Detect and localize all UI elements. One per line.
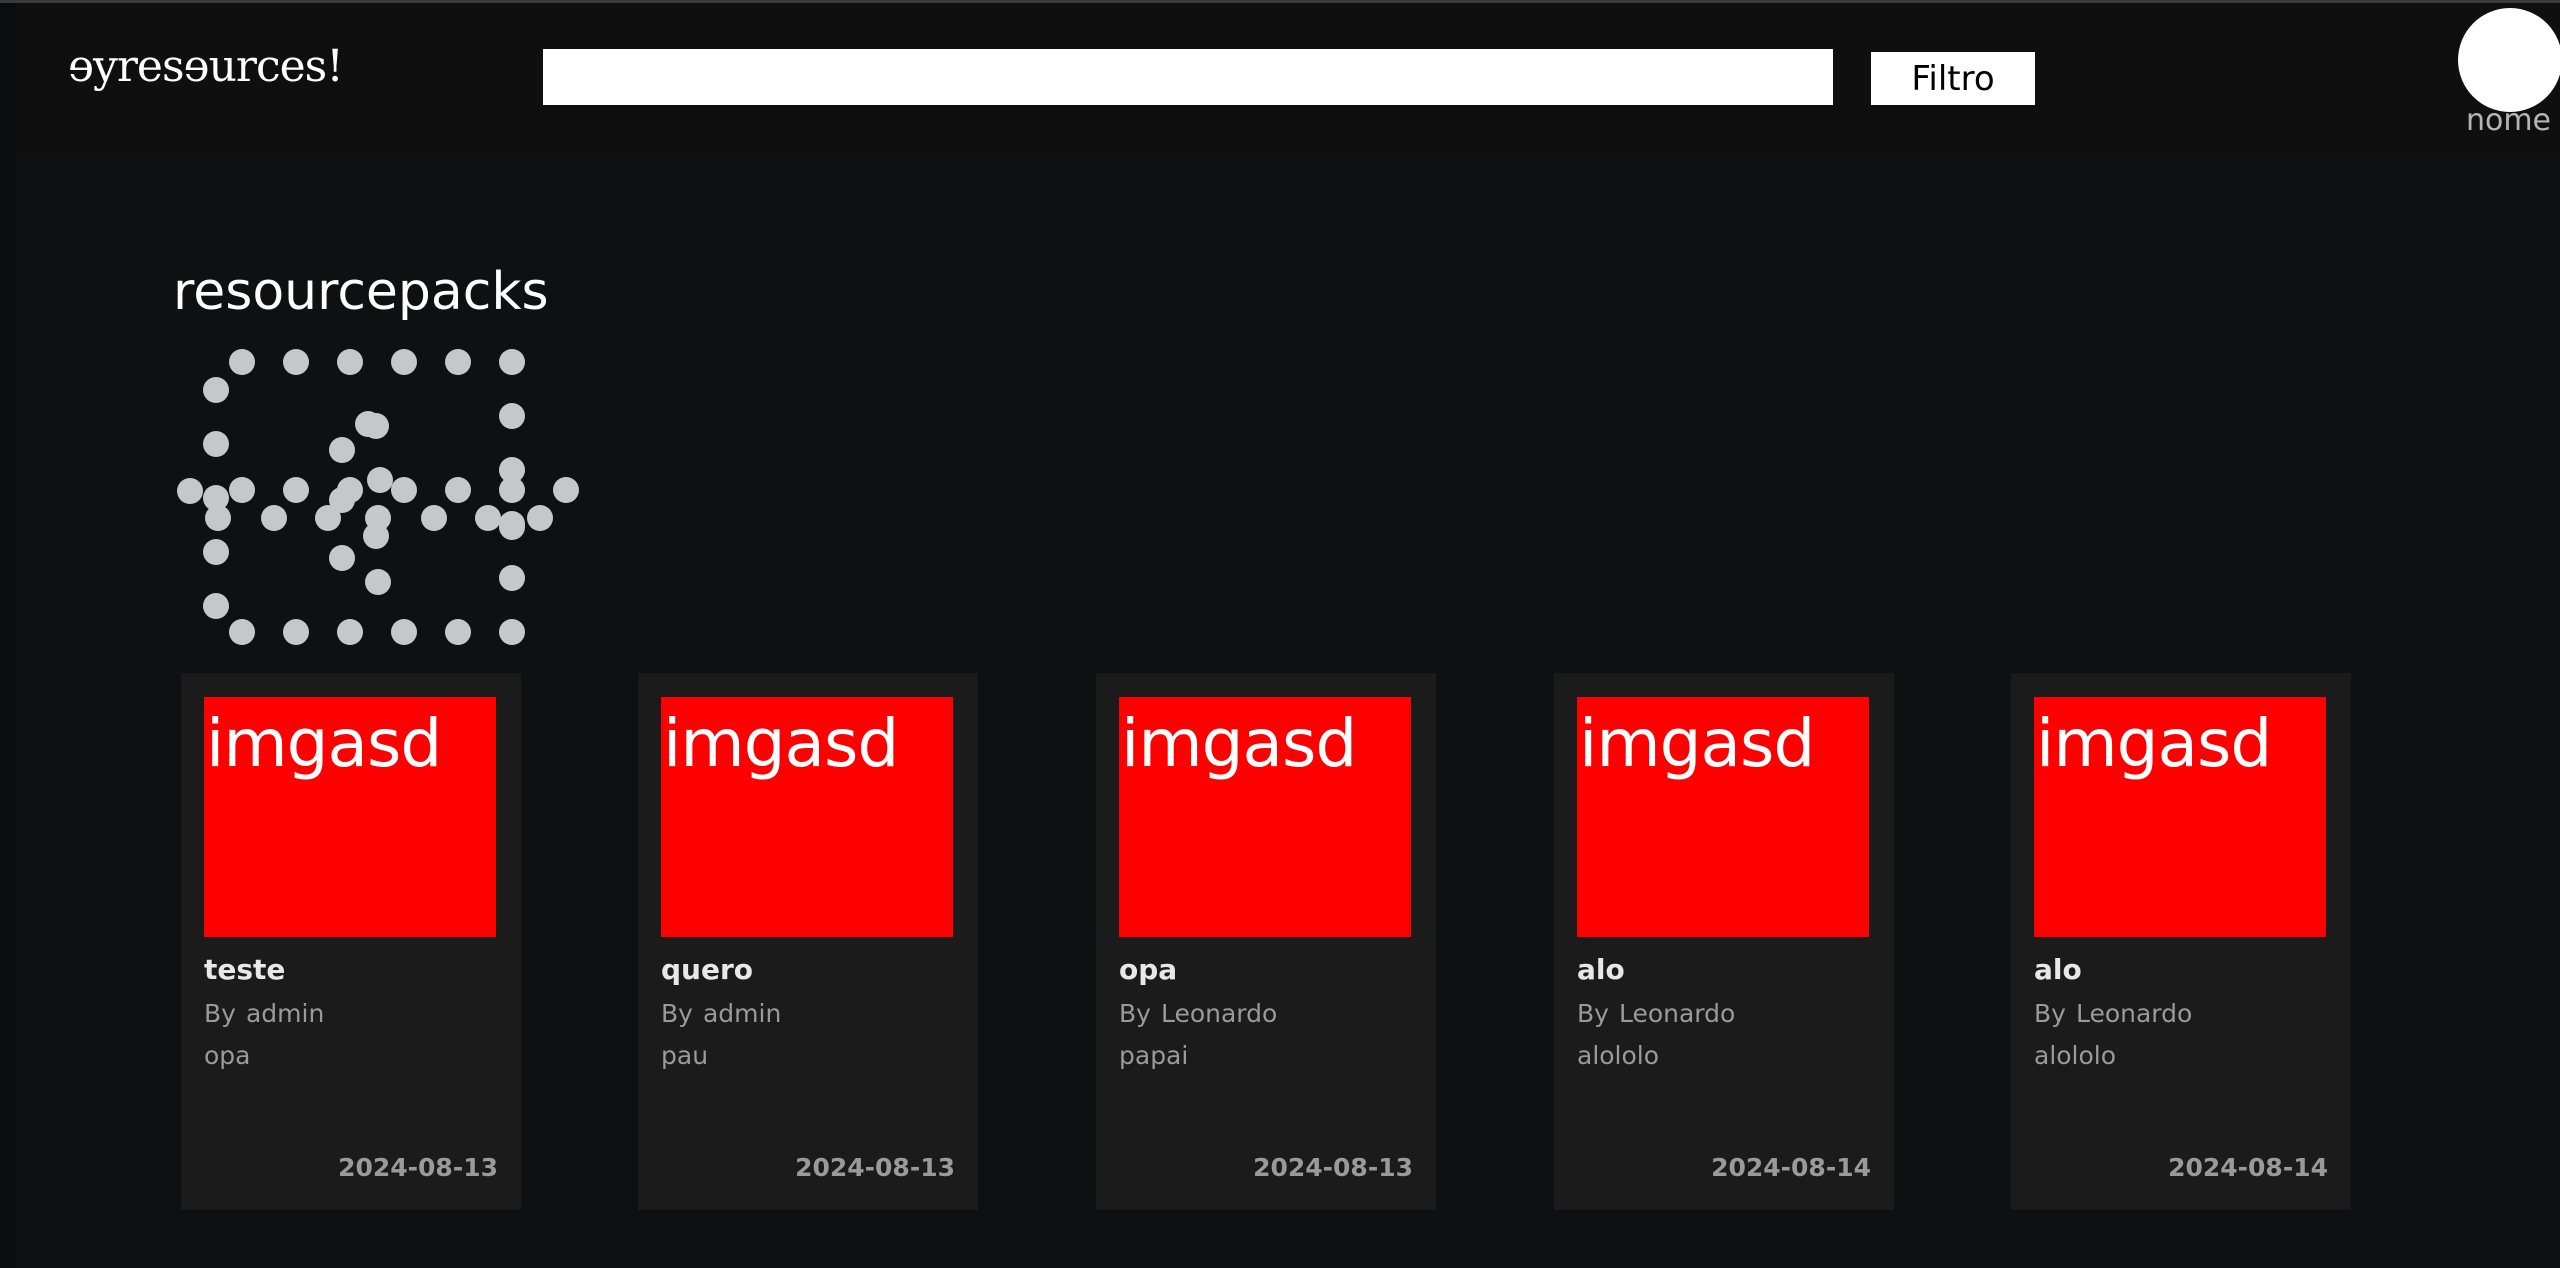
by-label: By [2034,999,2066,1028]
decorative-dot [527,505,553,531]
decorative-dot [499,477,525,503]
card-title[interactable]: alo [1577,953,1625,986]
dots-pattern-graphic [177,349,579,645]
decorative-dot [499,349,525,375]
by-label: By [204,999,236,1028]
thumbnail-text: imgasd [2036,705,2272,782]
user-avatar[interactable] [2458,8,2560,112]
section-title: resourcepacks [173,262,549,322]
card-description: alololo [1577,1041,1660,1070]
thumbnail-text: imgasd [1579,705,1815,782]
decorative-dot [203,593,229,619]
thumbnail-text: imgasd [1121,705,1357,782]
card-thumbnail[interactable]: imgasd [204,697,496,937]
decorative-dot [445,619,471,645]
card-description: alololo [2034,1041,2117,1070]
decorative-dot [445,349,471,375]
card-description: pau [661,1041,709,1070]
decorative-dot [229,477,255,503]
search-input[interactable] [543,49,1833,105]
card-title[interactable]: opa [1119,953,1177,986]
card-date: 2024-08-13 [1253,1153,1413,1182]
decorative-dot [391,477,417,503]
resource-card[interactable]: imgasd alo By Leonardo alololo 2024-08-14 [2011,673,2351,1210]
card-thumbnail[interactable]: imgasd [1119,697,1411,937]
top-header: ɘyresɘurces! Filtro nome [16,3,2560,153]
decorative-dot [203,377,229,403]
decorative-dot [499,403,525,429]
by-label: By [661,999,693,1028]
by-label: By [1119,999,1151,1028]
thumbnail-text: imgasd [663,705,899,782]
decorative-dot [445,477,471,503]
decorative-dot [421,505,447,531]
decorative-dot [391,349,417,375]
resource-card[interactable]: imgasd teste By admin opa 2024-08-13 [181,673,521,1210]
decorative-dot [205,505,231,531]
thumbnail-text: imgasd [206,705,442,782]
card-author: By Leonardo [1119,999,1287,1028]
decorative-dot [203,539,229,565]
card-author: By admin [661,999,791,1028]
card-thumbnail[interactable]: imgasd [2034,697,2326,937]
decorative-dot [261,505,287,531]
decorative-dot [329,487,355,513]
decorative-dot [337,619,363,645]
card-description: papai [1119,1041,1189,1070]
card-title[interactable]: alo [2034,953,2082,986]
decorative-dot [329,545,355,571]
decorative-dot [553,477,579,503]
decorative-dot [177,478,203,504]
card-author: By admin [204,999,334,1028]
decorative-dot [355,411,381,437]
resource-card[interactable]: imgasd alo By Leonardo alololo 2024-08-14 [1554,673,1894,1210]
author-name: Leonardo [1618,999,1736,1028]
decorative-dot [367,467,393,493]
card-author: By Leonardo [2034,999,2202,1028]
decorative-dot [363,523,389,549]
decorative-dot [229,619,255,645]
card-date: 2024-08-14 [1711,1153,1871,1182]
card-date: 2024-08-13 [795,1153,955,1182]
decorative-dot [337,349,363,375]
author-name: Leonardo [1160,999,1278,1028]
author-name: admin [245,999,325,1028]
card-author: By Leonardo [1577,999,1745,1028]
resource-card[interactable]: imgasd opa By Leonardo papai 2024-08-13 [1096,673,1436,1210]
left-edge [0,3,16,1268]
decorative-dot [283,477,309,503]
decorative-dot [229,349,255,375]
decorative-dot [203,431,229,457]
decorative-dot [283,619,309,645]
card-title[interactable]: quero [661,953,753,986]
user-name[interactable]: nome [2436,103,2560,138]
card-thumbnail[interactable]: imgasd [1577,697,1869,937]
decorative-dot [475,505,501,531]
decorative-dot [499,514,525,540]
decorative-dot [283,349,309,375]
decorative-dot [499,619,525,645]
decorative-dot [391,619,417,645]
resource-card[interactable]: imgasd quero By admin pau 2024-08-13 [638,673,978,1210]
filter-button[interactable]: Filtro [1871,52,2035,105]
card-thumbnail[interactable]: imgasd [661,697,953,937]
decorative-dot [329,437,355,463]
decorative-dot [499,565,525,591]
author-name: Leonardo [2075,999,2193,1028]
site-logo[interactable]: ɘyresɘurces! [68,41,344,92]
card-date: 2024-08-14 [2168,1153,2328,1182]
card-title[interactable]: teste [204,953,285,986]
page: ɘyresɘurces! Filtro nome resourcepacks i… [0,0,2560,1268]
card-description: opa [204,1041,251,1070]
card-date: 2024-08-13 [338,1153,498,1182]
by-label: By [1577,999,1609,1028]
decorative-dot [365,569,391,595]
author-name: admin [702,999,782,1028]
